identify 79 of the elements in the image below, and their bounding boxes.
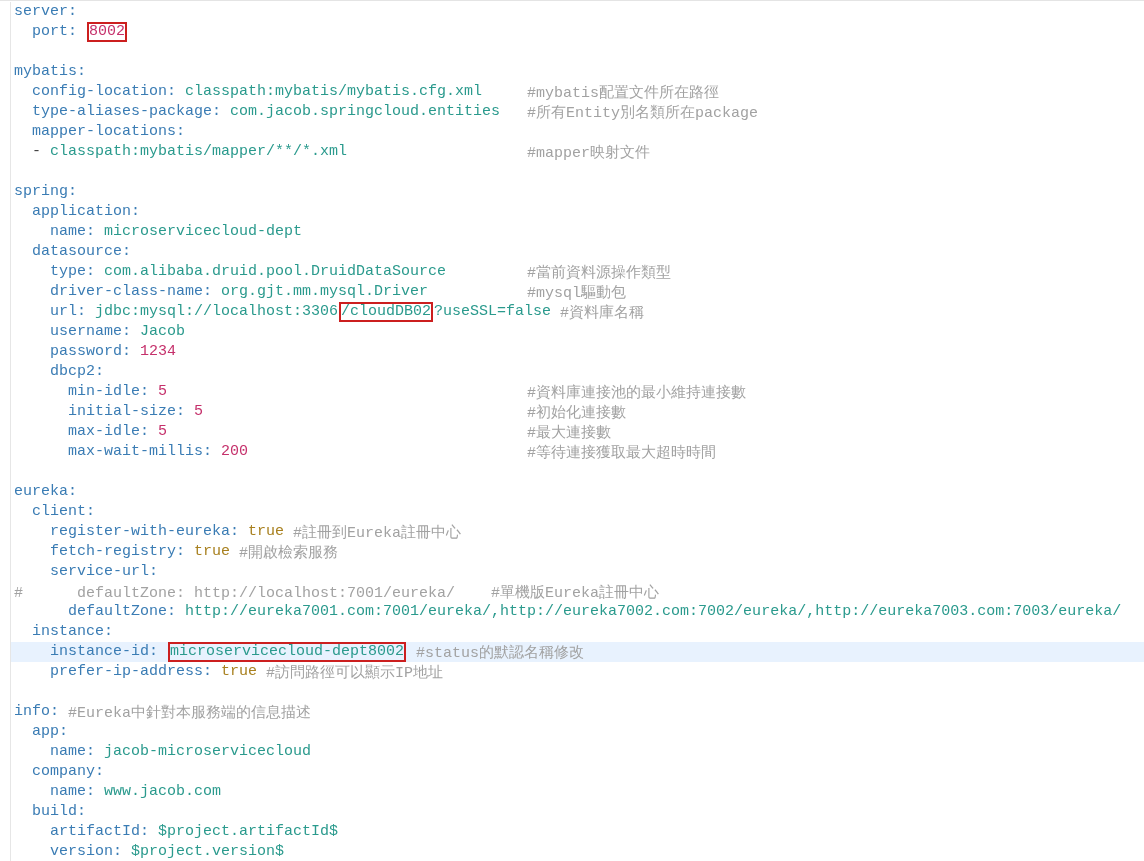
yaml-key: eureka: — [14, 484, 77, 500]
yaml-key: config-location: — [32, 84, 177, 100]
yaml-key: name: — [50, 784, 95, 800]
code-comment: #初始化連接數 — [527, 403, 627, 422]
yaml-key: company: — [32, 764, 104, 780]
code-comment: #所有Entity別名類所在package — [527, 103, 759, 122]
yaml-value: http://eureka7001.com:7001/eureka/,http://eureka7002.com:7002/eureka/,http://eureka7003.com:7003/eureka/ — [185, 604, 1122, 620]
yaml-key: max-idle: — [68, 424, 149, 440]
yaml-key: defaultZone: — [68, 604, 177, 620]
yaml-key: service-url: — [50, 564, 159, 580]
yaml-key: artifactId: — [50, 824, 150, 840]
yaml-value: $project.artifactId$ — [158, 824, 339, 840]
yaml-boolean: true — [221, 664, 258, 680]
code-comment: #資料庫名稱 — [560, 303, 645, 322]
code-comment: #mysql驅動包 — [527, 283, 627, 302]
yaml-key: mapper-locations: — [32, 124, 186, 140]
yaml-key: datasource: — [32, 244, 132, 260]
yaml-value: $project.version$ — [131, 844, 285, 860]
yaml-key: register-with-eureka: — [50, 524, 240, 540]
yaml-key: name: — [50, 224, 95, 240]
boxed-yaml-value: /cloudDB02 — [339, 302, 434, 322]
yaml-value: www.jacob.com — [104, 784, 222, 800]
commented-out-line: # defaultZone: http://localhost:7001/eureka/ #單機版Eureka註冊中心 — [14, 583, 660, 602]
yaml-value: microservicecloud-dept — [104, 224, 303, 240]
list-dash: - — [32, 144, 41, 160]
code-comment: #當前資料源操作類型 — [527, 263, 672, 282]
code-comment: #Eureka中針對本服務端的信息描述 — [68, 703, 312, 722]
yaml-value: Jacob — [140, 324, 186, 340]
code-comment: #開啟檢索服務 — [239, 543, 339, 562]
yaml-key: prefer-ip-address: — [50, 664, 213, 680]
boxed-yaml-number: 8002 — [87, 22, 128, 42]
yaml-key: driver-class-name: — [50, 284, 213, 300]
yaml-boolean: true — [194, 544, 231, 560]
yaml-key: name: — [50, 744, 95, 760]
yaml-key: type: — [50, 264, 95, 280]
boxed-yaml-value: microservicecloud-dept8002 — [168, 642, 407, 662]
yaml-value: org.gjt.mm.mysql.Driver — [221, 284, 429, 300]
yaml-key: type-aliases-package: — [32, 104, 222, 120]
yaml-boolean: true — [248, 524, 285, 540]
yaml-key: version: — [50, 844, 122, 860]
code-comment: #最大連接數 — [527, 423, 612, 442]
yaml-key: dbcp2: — [50, 364, 104, 380]
yaml-key: app: — [32, 724, 68, 740]
yaml-key: password: — [50, 344, 131, 360]
code-comment: #註冊到Eureka註冊中心 — [293, 523, 462, 542]
yaml-number: 200 — [221, 444, 249, 460]
code-comment: #mapper映射文件 — [527, 143, 651, 162]
yaml-key: port: — [32, 24, 77, 40]
yaml-number: 5 — [158, 424, 168, 440]
code-comment: #等待連接獲取最大超時時間 — [527, 443, 717, 462]
yaml-key: build: — [32, 804, 86, 820]
yaml-key: mybatis: — [14, 64, 86, 80]
code-comment: #status的默認名稱修改 — [416, 643, 585, 662]
yaml-key: max-wait-millis: — [68, 444, 213, 460]
yaml-number: 5 — [194, 404, 204, 420]
yaml-key: instance-id: — [50, 644, 159, 660]
yaml-key: fetch-registry: — [50, 544, 186, 560]
yaml-value: com.alibaba.druid.pool.DruidDataSource — [104, 264, 447, 280]
yaml-value: jdbc:mysql://localhost:3306 — [95, 304, 339, 320]
yaml-number: 5 — [158, 384, 168, 400]
code-comment: #mybatis配置文件所在路徑 — [527, 83, 720, 102]
yaml-key: min-idle: — [68, 384, 149, 400]
yaml-key: info: — [14, 704, 59, 720]
yaml-key: spring: — [14, 184, 77, 200]
yaml-number: 1234 — [140, 344, 177, 360]
yaml-key: client: — [32, 504, 95, 520]
yaml-key: application: — [32, 204, 141, 220]
yaml-value: ?useSSL=false — [434, 304, 552, 320]
yaml-key: url: — [50, 304, 86, 320]
yaml-key: username: — [50, 324, 131, 340]
code-comment: #資料庫連接池的最小維持連接數 — [527, 383, 747, 402]
yaml-value: jacob-microservicecloud — [104, 744, 312, 760]
yaml-key: instance: — [32, 624, 113, 640]
code-comment: #訪問路徑可以顯示IP地址 — [266, 663, 444, 682]
yaml-value: classpath:mybatis/mybatis.cfg.xml — [185, 84, 483, 100]
yaml-key: initial-size: — [68, 404, 186, 420]
yaml-value: com.jacob.springcloud.entities — [230, 104, 501, 120]
yaml-key: server: — [14, 4, 77, 20]
yaml-value: classpath:mybatis/mapper/**/*.xml — [50, 144, 348, 160]
